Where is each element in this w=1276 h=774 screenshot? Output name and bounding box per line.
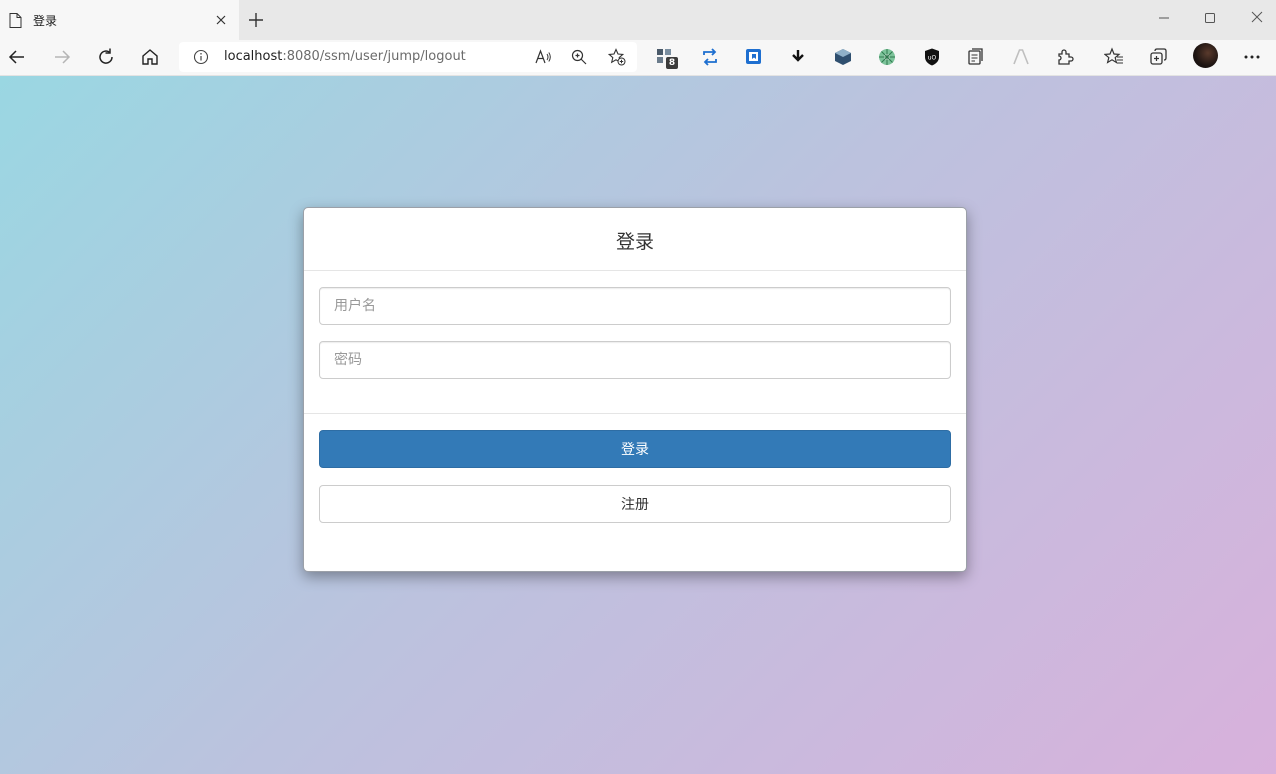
- repeat-icon[interactable]: [700, 47, 720, 67]
- login-panel-footer: 登录 注册: [319, 430, 951, 523]
- tab-active[interactable]: 登录: [0, 0, 239, 40]
- page-icon: [9, 13, 22, 28]
- extension-badge: 8: [666, 57, 678, 69]
- bookmark-ext-icon[interactable]: [744, 47, 764, 67]
- ublock-shield-icon[interactable]: uO: [922, 47, 942, 67]
- add-favorite-icon[interactable]: [608, 48, 626, 66]
- collections-add-icon[interactable]: [1149, 47, 1169, 67]
- address-bar[interactable]: localhost:8080/ssm/user/jump/logout: [179, 42, 637, 72]
- back-icon[interactable]: [6, 46, 28, 68]
- extension-manager-icon[interactable]: 8: [656, 47, 678, 69]
- page-viewport: 登录 登录 注册: [0, 76, 1276, 774]
- tab-title: 登录: [33, 14, 58, 28]
- browser-toolbar: localhost:8080/ssm/user/jump/logout 8 uO: [0, 40, 1276, 104]
- close-tab-icon[interactable]: [212, 11, 230, 29]
- download-icon[interactable]: [788, 47, 808, 67]
- gear-extension-icon[interactable]: [877, 47, 897, 67]
- collections-icon[interactable]: [966, 47, 986, 67]
- tab-strip: 登录: [0, 0, 1276, 40]
- home-icon[interactable]: [139, 46, 161, 68]
- login-title: 登录: [615, 231, 654, 253]
- favorites-icon[interactable]: [1104, 47, 1124, 67]
- letter-a-icon[interactable]: [1011, 47, 1031, 67]
- password-input[interactable]: [319, 341, 951, 379]
- maximize-icon[interactable]: [1199, 8, 1221, 28]
- forward-icon[interactable]: [51, 46, 73, 68]
- refresh-icon[interactable]: [95, 46, 117, 68]
- url-text[interactable]: localhost:8080/ssm/user/jump/logout: [224, 49, 466, 64]
- login-panel-header: 登录: [304, 208, 966, 271]
- zoom-icon[interactable]: [570, 48, 588, 66]
- login-form: [319, 287, 951, 379]
- close-window-icon[interactable]: [1246, 8, 1268, 28]
- login-panel: 登录 登录 注册: [303, 207, 967, 572]
- minimize-icon[interactable]: [1153, 8, 1175, 28]
- url-path: :8080/ssm/user/jump/logout: [282, 49, 466, 64]
- more-options-icon[interactable]: [1242, 47, 1262, 67]
- puzzle-icon[interactable]: [1055, 47, 1075, 67]
- profile-avatar[interactable]: [1193, 43, 1218, 68]
- panel-divider: [304, 413, 966, 414]
- new-tab-icon[interactable]: [246, 10, 266, 30]
- url-host: localhost: [224, 49, 283, 64]
- read-aloud-icon[interactable]: [534, 48, 552, 66]
- info-icon[interactable]: [193, 49, 209, 65]
- cube-extension-icon[interactable]: [833, 47, 853, 67]
- register-button[interactable]: 注册: [319, 485, 951, 523]
- username-input[interactable]: [319, 287, 951, 325]
- login-button[interactable]: 登录: [319, 430, 951, 468]
- svg-text:uO: uO: [928, 55, 937, 62]
